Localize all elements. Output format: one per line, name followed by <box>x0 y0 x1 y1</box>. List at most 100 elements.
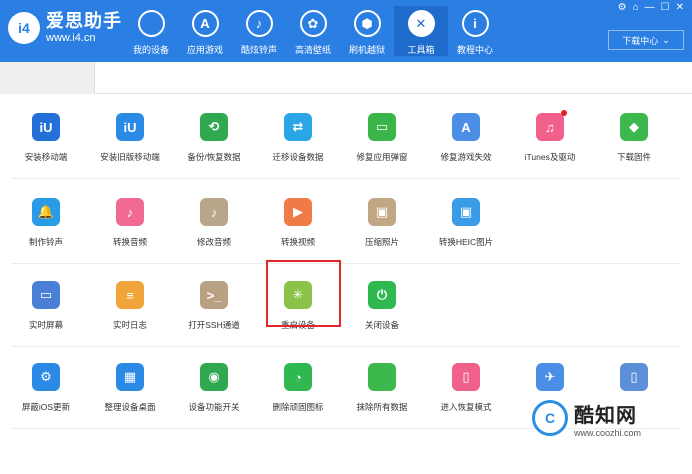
tool-icon: ▣ <box>452 198 480 226</box>
tool-label: 进入恢复模式 <box>440 402 492 412</box>
tool-icon <box>368 363 396 391</box>
tool-label: 整理设备桌面 <box>104 402 156 412</box>
tool-glyph: ▣ <box>459 204 473 219</box>
tool-icon: ▣ <box>368 198 396 226</box>
tool-glyph: A <box>461 119 471 135</box>
tool-glyph: ♪ <box>210 204 218 220</box>
tool-item[interactable]: ▭ 实时屏幕 <box>4 275 88 345</box>
tool-label: 修复应用弹窗 <box>356 152 408 162</box>
tool-label: 实时屏幕 <box>28 320 63 330</box>
tool-item[interactable]: >_ 打开SSH通道 <box>172 275 256 345</box>
window-control-0[interactable]: ⚙ <box>618 2 627 13</box>
nav-item-1[interactable]: A 应用游戏 <box>178 6 232 56</box>
device-tab-area <box>0 62 95 94</box>
tool-item[interactable]: ♫ iTunes及驱动 <box>508 107 592 177</box>
tool-icon: ▯ <box>620 363 648 391</box>
chevron-down-icon: ⌄ <box>662 34 670 45</box>
highlight-box <box>266 260 341 327</box>
window-control-3[interactable]: ☐ <box>661 2 670 13</box>
tool-label: 屏蔽iOS更新 <box>21 402 71 412</box>
tool-item[interactable]: ≡ 实时日志 <box>88 275 172 345</box>
top-bar: i4 爱思助手 www.i4.cn 我的设备 A 应用游戏 ♪ 酷炫铃声 ✿ 高清壁纸 ⬢ 刷机… <box>0 0 692 62</box>
watermark-url: www.coozhi.com <box>574 427 642 438</box>
nav-item-5[interactable]: ✕ 工具箱 <box>394 6 448 56</box>
tool-item[interactable]: ♪ 修改音频 <box>172 192 256 262</box>
tool-label: 删除顽固图标 <box>272 402 324 412</box>
tool-label: 关闭设备 <box>364 320 399 330</box>
tool-item[interactable]: ⟲ 备份/恢复数据 <box>172 107 256 177</box>
tool-icon: ◉ <box>200 363 228 391</box>
tool-icon: ◔ <box>284 363 312 391</box>
nav-label: 刷机越狱 <box>348 45 385 55</box>
tool-item[interactable]: ♪ 转换音频 <box>88 192 172 262</box>
tool-icon: ▭ <box>32 281 60 309</box>
nav-item-6[interactable]: i 教程中心 <box>448 6 502 56</box>
tool-glyph: ▣ <box>375 204 389 219</box>
window-controls: ⚙ ⌂ — ☐ ✕ <box>618 2 684 13</box>
tool-label: 安装移动端 <box>24 152 68 162</box>
tool-icon: ♫ <box>536 110 567 141</box>
nav-item-0[interactable]: 我的设备 <box>124 6 178 56</box>
tool-glyph: ≡ <box>126 287 134 303</box>
tool-label: 修复游戏失效 <box>440 152 492 162</box>
window-control-1[interactable]: ⌂ <box>633 2 639 13</box>
tool-item[interactable]: ◆ 下载固件 <box>592 107 676 177</box>
download-center-button[interactable]: 下载中心 ⌄ <box>608 30 684 50</box>
tool-item[interactable]: ▣ 压缩照片 <box>340 192 424 262</box>
tool-glyph: iU <box>123 119 137 135</box>
tool-item[interactable]: 抹除所有数据 <box>340 357 424 427</box>
tool-glyph: ▶ <box>293 204 303 219</box>
app-url: www.i4.cn <box>46 31 96 44</box>
tool-item[interactable]: ▣ 转换HEIC图片 <box>424 192 508 262</box>
tool-item[interactable]: ⚙ 屏蔽iOS更新 <box>4 357 88 427</box>
tool-label: 转换音频 <box>112 237 147 247</box>
watermark-name: 酷知网 <box>574 404 637 427</box>
tool-glyph: ▯ <box>462 369 470 384</box>
coozhi-logo-icon: C <box>532 400 568 436</box>
tools-icon: ✕ <box>407 10 435 37</box>
app-store-icon: A <box>191 10 219 37</box>
tool-item[interactable]: ▶ 转换视频 <box>256 192 340 262</box>
tool-glyph: ▭ <box>375 119 389 134</box>
tool-item[interactable]: ◉ 设备功能开关 <box>172 357 256 427</box>
window-control-2[interactable]: — <box>645 2 655 13</box>
tool-icon: ⇄ <box>284 113 312 141</box>
tool-icon: iU <box>116 113 144 141</box>
tool-icon: ⚙ <box>32 363 60 391</box>
apple-icon <box>137 10 165 37</box>
tool-item[interactable]: 🔔 制作铃声 <box>4 192 88 262</box>
tool-label: 抹除所有数据 <box>356 402 408 412</box>
tool-glyph: ⏻ <box>376 287 388 302</box>
tool-glyph: ⟲ <box>208 119 220 134</box>
tool-item[interactable]: A 修复游戏失效 <box>424 107 508 177</box>
tool-item[interactable]: ⇄ 迁移设备数据 <box>256 107 340 177</box>
tool-glyph: ▭ <box>39 287 53 302</box>
nav-item-3[interactable]: ✿ 高清壁纸 <box>286 6 340 56</box>
tool-label: 备份/恢复数据 <box>187 152 241 162</box>
tool-row: iU 安装移动端 iU 安装旧版移动端 ⟲ 备份/恢复数据 ⇄ 迁移设备数据 ▭ 修复应用弹窗 A 修… <box>12 95 680 179</box>
nav-item-4[interactable]: ⬢ 刷机越狱 <box>340 6 394 56</box>
tool-row: 🔔 制作铃声 ♪ 转换音频 ♪ 修改音频 ▶ 转换视频 ▣ 压缩照片 ▣ 转换HEIC图片 <box>12 180 680 264</box>
tool-glyph: 🔔 <box>37 204 55 219</box>
tool-glyph: ♪ <box>126 204 134 220</box>
tool-label: 制作铃声 <box>28 237 63 247</box>
tool-glyph: ◉ <box>208 369 220 384</box>
tool-icon: ♪ <box>116 198 144 226</box>
tool-item[interactable]: iU 安装移动端 <box>4 107 88 177</box>
bell-icon: ♪ <box>245 10 273 37</box>
tool-item[interactable]: ◔ 删除顽固图标 <box>256 357 340 427</box>
tool-label: iTunes及驱动 <box>524 152 576 162</box>
box-icon: ⬢ <box>353 10 381 37</box>
tool-item[interactable]: ⏻ 关闭设备 <box>340 275 424 345</box>
tool-item[interactable]: ▦ 整理设备桌面 <box>88 357 172 427</box>
tool-icon: ▦ <box>116 363 144 391</box>
tool-item[interactable]: ▭ 修复应用弹窗 <box>340 107 424 177</box>
tool-icon: ▯ <box>452 363 480 391</box>
nav-item-2[interactable]: ♪ 酷炫铃声 <box>232 6 286 56</box>
tool-item[interactable]: ▯ 进入恢复模式 <box>424 357 508 427</box>
window-control-4[interactable]: ✕ <box>676 2 684 13</box>
tool-glyph: ◆ <box>629 119 639 134</box>
tool-item[interactable]: iU 安装旧版移动端 <box>88 107 172 177</box>
flower-icon: ✿ <box>299 10 327 37</box>
tool-icon: ◆ <box>620 113 648 141</box>
